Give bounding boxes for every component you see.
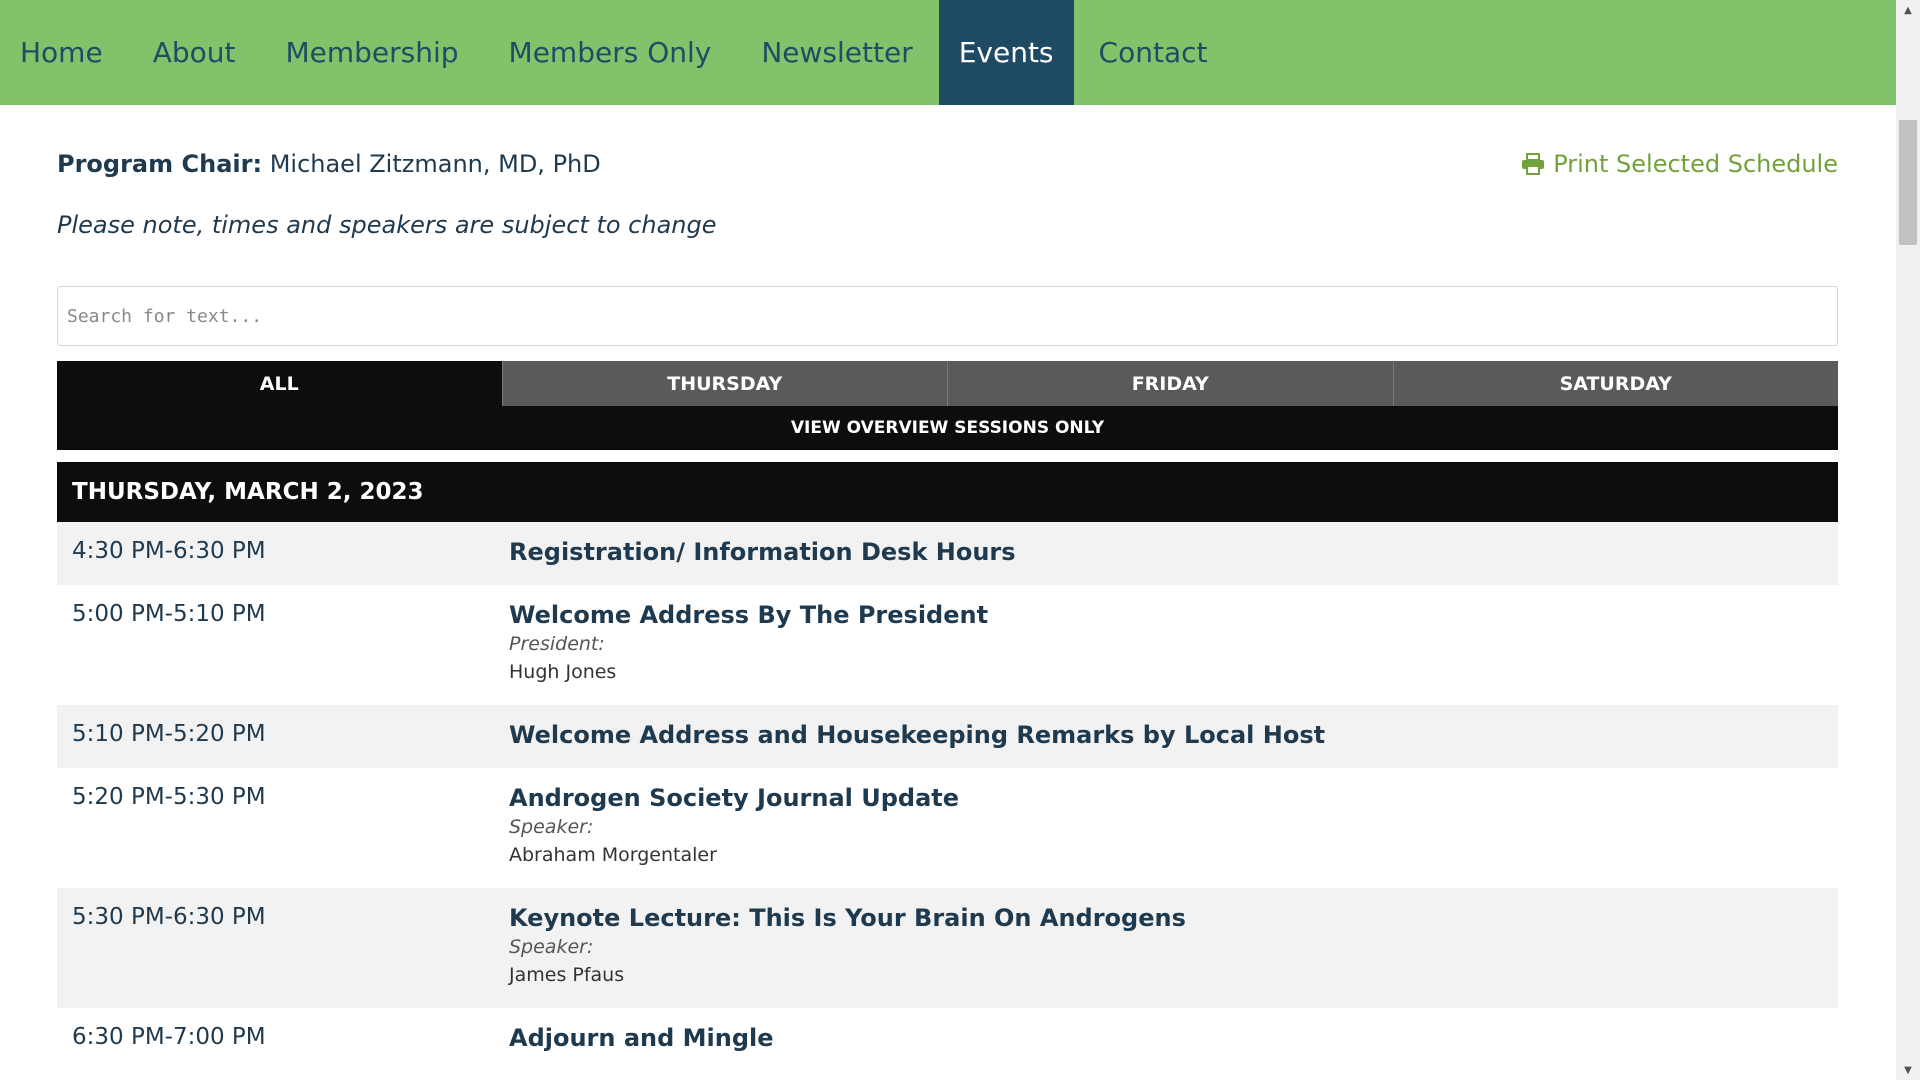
nav-home[interactable]: Home (0, 0, 128, 105)
session-row: 5:20 PM-5:30 PM Androgen Society Journal… (57, 768, 1838, 888)
nav-membership[interactable]: Membership (260, 0, 483, 105)
session-person: James Pfaus (509, 964, 625, 986)
session-title[interactable]: Welcome Address and Housekeeping Remarks… (509, 721, 1838, 749)
session-title[interactable]: Androgen Society Journal Update (509, 784, 1838, 812)
session-info: Welcome Address By The President Preside… (509, 585, 1838, 705)
session-person: Hugh Jones (509, 661, 617, 683)
session-role: Speaker: (509, 816, 594, 838)
nav-newsletter[interactable]: Newsletter (736, 0, 937, 105)
session-list: 4:30 PM-6:30 PM Registration/ Informatio… (57, 522, 1838, 1071)
session-row: 4:30 PM-6:30 PM Registration/ Informatio… (57, 522, 1838, 585)
session-title[interactable]: Welcome Address By The President (509, 601, 1838, 629)
session-time: 4:30 PM-6:30 PM (72, 538, 266, 564)
print-schedule-link[interactable]: Print Selected Schedule (1521, 150, 1838, 178)
program-chair-name: Michael Zitzmann, MD, PhD (269, 150, 601, 178)
tab-thursday[interactable]: THURSDAY (502, 361, 948, 406)
session-time: 5:00 PM-5:10 PM (72, 601, 266, 627)
scroll-thumb[interactable] (1899, 120, 1917, 245)
session-title[interactable]: Keynote Lecture: This Is Your Brain On A… (509, 904, 1838, 932)
session-title[interactable]: Adjourn and Mingle (509, 1024, 1838, 1052)
session-time: 6:30 PM-7:00 PM (72, 1024, 266, 1050)
session-role: President: (509, 633, 605, 655)
session-info: Registration/ Information Desk Hours (509, 522, 1838, 585)
day-header: THURSDAY, MARCH 2, 2023 (57, 462, 1838, 522)
session-time: 5:30 PM-6:30 PM (72, 904, 266, 930)
session-info: Adjourn and Mingle (509, 1008, 1838, 1071)
program-info: Program Chair: Michael Zitzmann, MD, PhD… (57, 105, 1838, 239)
search-input[interactable] (57, 286, 1838, 346)
tab-all[interactable]: ALL (57, 361, 503, 406)
tab-saturday[interactable]: SATURDAY (1393, 361, 1838, 406)
main-navbar: Home About Membership Members Only Newsl… (0, 0, 1896, 105)
nav-contact[interactable]: Contact (1074, 0, 1233, 105)
nav-events[interactable]: Events (938, 0, 1074, 105)
program-chair: Program Chair: Michael Zitzmann, MD, PhD (57, 150, 601, 178)
session-info: Welcome Address and Housekeeping Remarks… (509, 705, 1838, 768)
nav-members-only[interactable]: Members Only (484, 0, 737, 105)
session-row: 5:00 PM-5:10 PM Welcome Address By The P… (57, 585, 1838, 705)
program-chair-label: Program Chair: (57, 150, 263, 178)
session-row: 6:30 PM-7:00 PM Adjourn and Mingle (57, 1008, 1838, 1071)
session-time: 5:20 PM-5:30 PM (72, 784, 266, 810)
session-role: Speaker: (509, 936, 594, 958)
scroll-down-arrow-icon[interactable]: ▼ (1896, 1060, 1920, 1080)
session-info: Androgen Society Journal Update Speaker:… (509, 768, 1838, 888)
schedule-content: Program Chair: Michael Zitzmann, MD, PhD… (57, 105, 1838, 1052)
schedule-note: Please note, times and speakers are subj… (57, 211, 717, 239)
printer-icon (1522, 153, 1545, 175)
day-tabs: ALL THURSDAY FRIDAY SATURDAY (57, 361, 1838, 406)
view-overview-button[interactable]: VIEW OVERVIEW SESSIONS ONLY (57, 406, 1838, 450)
session-time: 5:10 PM-5:20 PM (72, 721, 266, 747)
nav-about[interactable]: About (128, 0, 261, 105)
session-person: Abraham Morgentaler (509, 844, 717, 866)
scroll-up-arrow-icon[interactable]: ▲ (1896, 0, 1920, 20)
session-title[interactable]: Registration/ Information Desk Hours (509, 538, 1838, 566)
session-row: 5:30 PM-6:30 PM Keynote Lecture: This Is… (57, 888, 1838, 1008)
tab-friday[interactable]: FRIDAY (948, 361, 1394, 406)
session-info: Keynote Lecture: This Is Your Brain On A… (509, 888, 1838, 1008)
vertical-scrollbar[interactable]: ▲ ▼ (1896, 0, 1920, 1080)
session-row: 5:10 PM-5:20 PM Welcome Address and Hous… (57, 705, 1838, 768)
print-schedule-label: Print Selected Schedule (1553, 150, 1838, 178)
